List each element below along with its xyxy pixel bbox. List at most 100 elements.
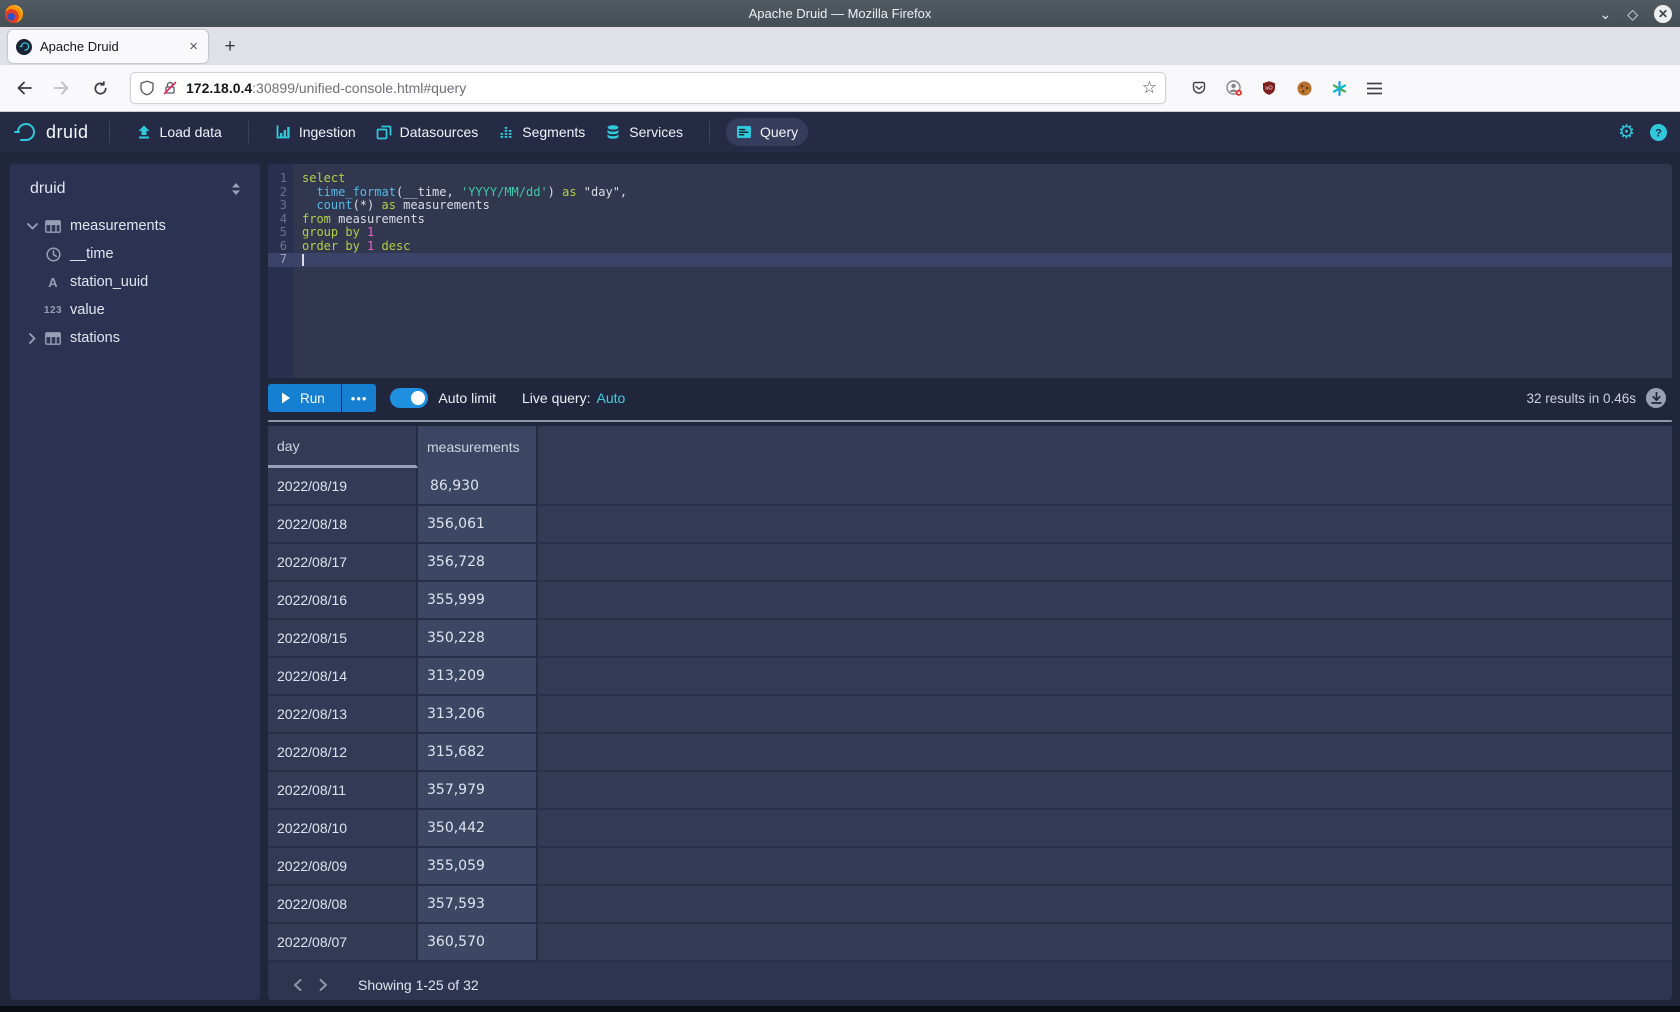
sql-editor[interactable]: 1select2 time_format(__time, 'YYYY/MM/dd… bbox=[268, 164, 1672, 378]
number-type-icon: 123 bbox=[42, 305, 64, 316]
tree-column-value[interactable]: 123 value bbox=[22, 296, 248, 324]
nav-item-segments[interactable]: Segments bbox=[488, 118, 595, 146]
druid-brand[interactable]: druid bbox=[12, 119, 89, 145]
table-row: 2022/08/15350,228 bbox=[268, 620, 1672, 658]
cell-day[interactable]: 2022/08/18 bbox=[268, 506, 418, 544]
brand-name: druid bbox=[46, 122, 89, 143]
editor-line-7[interactable]: 7 bbox=[268, 253, 1672, 267]
cell-measurements[interactable]: 356,061 bbox=[418, 506, 538, 544]
cell-day[interactable]: 2022/08/17 bbox=[268, 544, 418, 582]
auto-limit-toggle[interactable] bbox=[390, 388, 428, 408]
cell-day[interactable]: 2022/08/19 bbox=[268, 468, 418, 506]
editor-line-6[interactable]: 6order by 1 desc bbox=[268, 240, 1672, 254]
column-header-measurements[interactable]: measurements bbox=[418, 426, 538, 468]
nav-divider bbox=[248, 121, 249, 143]
cell-day[interactable]: 2022/08/11 bbox=[268, 772, 418, 810]
table-type-icon bbox=[42, 220, 64, 233]
tree-column--time[interactable]: __time bbox=[22, 240, 248, 268]
cell-measurements[interactable]: 313,206 bbox=[418, 696, 538, 734]
back-icon[interactable] bbox=[8, 72, 40, 104]
tree-label: __time bbox=[70, 246, 114, 262]
insecure-lock-icon[interactable] bbox=[162, 80, 178, 96]
live-query-value[interactable]: Auto bbox=[596, 390, 625, 406]
profile-extension-icon[interactable] bbox=[1225, 79, 1243, 97]
cell-measurements[interactable]: 357,979 bbox=[418, 772, 538, 810]
asterisk-extension-icon[interactable] bbox=[1330, 79, 1348, 97]
next-page-icon[interactable] bbox=[310, 972, 336, 998]
bookmark-star-icon[interactable]: ☆ bbox=[1142, 78, 1157, 98]
window-maximize-icon[interactable]: ◇ bbox=[1627, 7, 1638, 21]
cell-measurements[interactable]: 356,728 bbox=[418, 544, 538, 582]
editor-line-5[interactable]: 5group by 1 bbox=[268, 226, 1672, 240]
cell-day[interactable]: 2022/08/07 bbox=[268, 924, 418, 962]
pocket-icon[interactable] bbox=[1190, 79, 1208, 97]
cell-measurements[interactable]: 355,999 bbox=[418, 582, 538, 620]
ublock-icon[interactable]: uO bbox=[1260, 79, 1278, 97]
column-header-day[interactable]: day bbox=[268, 426, 418, 468]
results-table: day measurements 2022/08/1986,9302022/08… bbox=[268, 426, 1672, 970]
editor-line-1[interactable]: 1select bbox=[268, 172, 1672, 186]
run-button[interactable]: Run bbox=[268, 384, 341, 412]
cell-measurements[interactable]: 313,209 bbox=[418, 658, 538, 696]
tab-close-icon[interactable]: × bbox=[187, 38, 200, 55]
row-filler bbox=[538, 544, 1672, 582]
editor-line-4[interactable]: 4from measurements bbox=[268, 213, 1672, 227]
hamburger-menu-icon[interactable] bbox=[1365, 79, 1383, 97]
cell-day[interactable]: 2022/08/08 bbox=[268, 886, 418, 924]
row-filler bbox=[538, 620, 1672, 658]
window-close-icon[interactable]: ✕ bbox=[1654, 5, 1672, 23]
cell-measurements[interactable]: 355,059 bbox=[418, 848, 538, 886]
table-row: 2022/08/10350,442 bbox=[268, 810, 1672, 848]
nav-item-datasources[interactable]: Datasources bbox=[366, 118, 489, 146]
download-results-icon[interactable] bbox=[1646, 388, 1666, 408]
tree-column-station-uuid[interactable]: Astation_uuid bbox=[22, 268, 248, 296]
reload-icon[interactable] bbox=[84, 72, 116, 104]
editor-line-2[interactable]: 2 time_format(__time, 'YYYY/MM/dd') as "… bbox=[268, 186, 1672, 200]
new-tab-button[interactable]: + bbox=[216, 33, 244, 61]
browser-tab[interactable]: Apache Druid × bbox=[8, 30, 208, 63]
line-text: time_format(__time, 'YYYY/MM/dd') as "da… bbox=[294, 186, 627, 200]
forward-icon[interactable] bbox=[46, 72, 78, 104]
cell-day[interactable]: 2022/08/13 bbox=[268, 696, 418, 734]
tree-table-stations[interactable]: stations bbox=[22, 324, 248, 352]
line-text: order by 1 desc bbox=[294, 240, 410, 254]
cell-measurements[interactable]: 360,570 bbox=[418, 924, 538, 962]
cell-day[interactable]: 2022/08/09 bbox=[268, 848, 418, 886]
nav-item-ingestion[interactable]: Ingestion bbox=[265, 118, 366, 146]
cell-day[interactable]: 2022/08/12 bbox=[268, 734, 418, 772]
table-row: 2022/08/16355,999 bbox=[268, 582, 1672, 620]
cell-day[interactable]: 2022/08/14 bbox=[268, 658, 418, 696]
nav-item-query[interactable]: Query bbox=[726, 118, 808, 146]
table-row: 2022/08/1986,930 bbox=[268, 468, 1672, 506]
chevron-down-icon[interactable] bbox=[22, 223, 42, 230]
window-minimize-icon[interactable]: ⌄ bbox=[1599, 7, 1611, 21]
editor-line-3[interactable]: 3 count(*) as measurements bbox=[268, 199, 1672, 213]
tracking-shield-icon[interactable] bbox=[139, 80, 155, 96]
run-more-button[interactable]: ••• bbox=[342, 384, 377, 412]
string-type-icon: A bbox=[42, 275, 64, 290]
cell-measurements[interactable]: 86,930 bbox=[418, 468, 538, 506]
cell-measurements[interactable]: 350,442 bbox=[418, 810, 538, 848]
nav-item-services[interactable]: Services bbox=[595, 118, 693, 146]
row-filler bbox=[538, 810, 1672, 848]
window-titlebar: Apache Druid — Mozilla Firefox ⌄ ◇ ✕ bbox=[0, 0, 1680, 27]
prev-page-icon[interactable] bbox=[284, 972, 310, 998]
help-icon[interactable]: ? bbox=[1649, 123, 1668, 142]
cookie-extension-icon[interactable] bbox=[1295, 79, 1313, 97]
settings-gear-icon[interactable]: ⚙ bbox=[1618, 123, 1635, 142]
cell-measurements[interactable]: 350,228 bbox=[418, 620, 538, 658]
nav-item-load-data[interactable]: Load data bbox=[126, 118, 232, 146]
url-bar[interactable]: 172.18.0.4:30899/unified-console.html#qu… bbox=[130, 72, 1166, 104]
panel-resize-handle[interactable] bbox=[268, 420, 1672, 422]
line-number: 6 bbox=[268, 240, 294, 254]
cell-measurements[interactable]: 357,593 bbox=[418, 886, 538, 924]
cell-day[interactable]: 2022/08/10 bbox=[268, 810, 418, 848]
cell-measurements[interactable]: 315,682 bbox=[418, 734, 538, 772]
url-text[interactable]: 172.18.0.4:30899/unified-console.html#qu… bbox=[186, 80, 1142, 96]
tree-table-measurements[interactable]: measurements bbox=[22, 212, 248, 240]
cell-day[interactable]: 2022/08/16 bbox=[268, 582, 418, 620]
chevron-right-icon[interactable] bbox=[22, 333, 42, 344]
tree-label: value bbox=[70, 302, 105, 318]
cell-day[interactable]: 2022/08/15 bbox=[268, 620, 418, 658]
schema-select-caret-icon[interactable] bbox=[230, 182, 242, 196]
